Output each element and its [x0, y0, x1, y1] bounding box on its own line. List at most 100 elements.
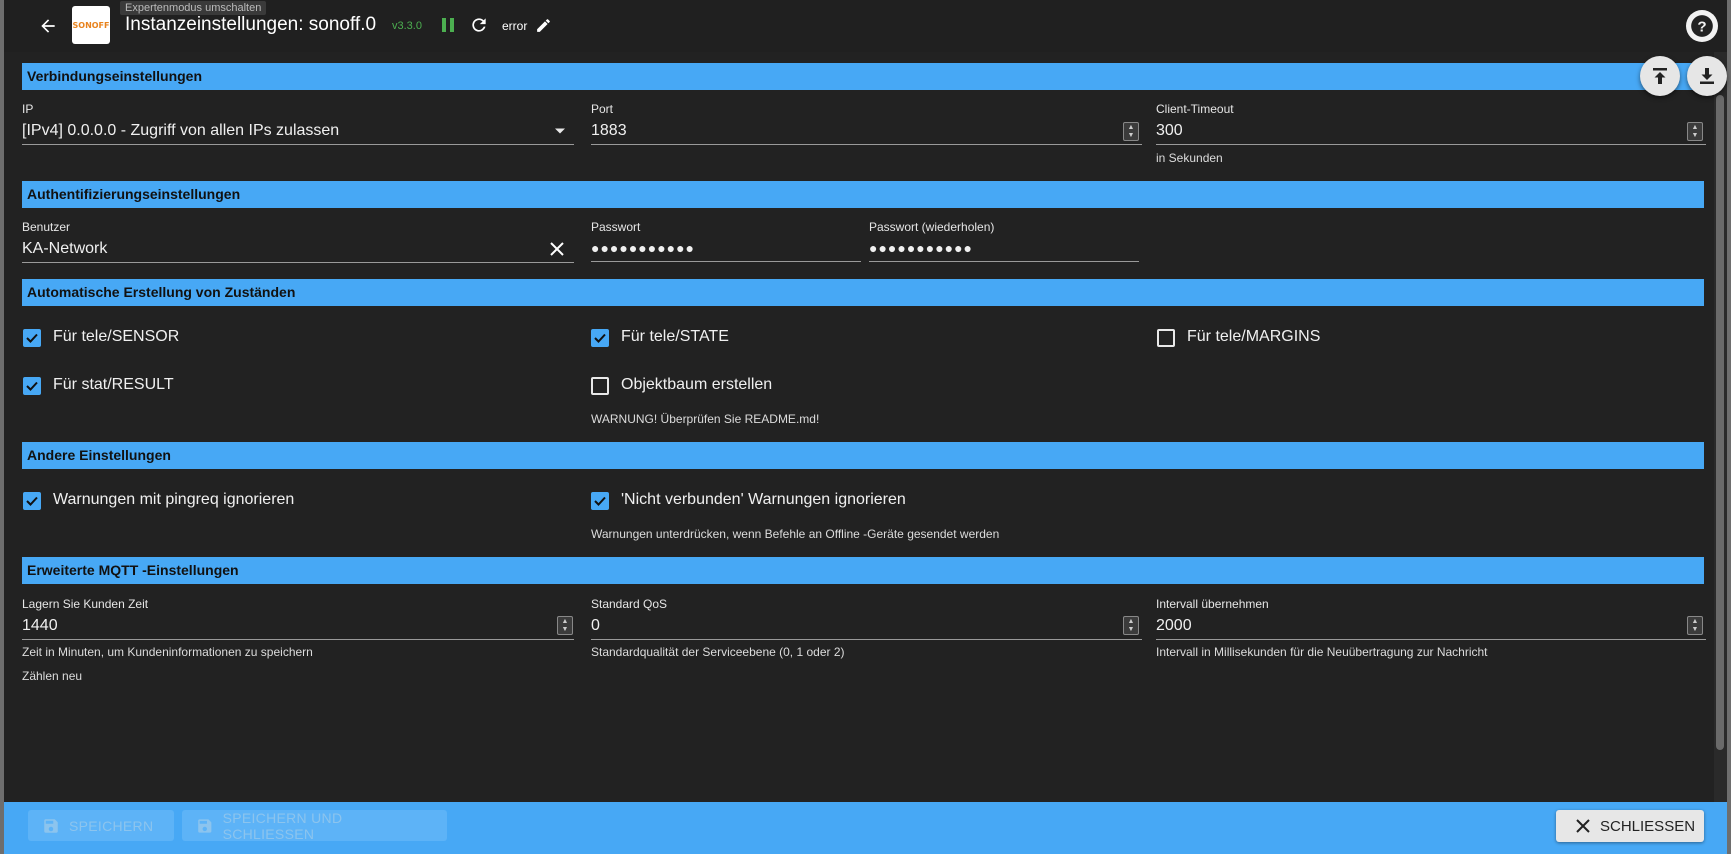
store-time-label: Lagern Sie Kunden Zeit	[22, 597, 149, 611]
store-time-input[interactable]: 1440	[22, 617, 58, 635]
interval-helper: Intervall in Millisekunden für die Neuüb…	[1156, 645, 1488, 659]
section-mqtt: Erweiterte MQTT -Einstellungen	[22, 557, 1704, 584]
checkbox-tele-state[interactable]	[591, 329, 609, 347]
label-object-tree: Objektbaum erstellen	[621, 376, 773, 393]
checkbox-ignore-pingreq[interactable]	[23, 492, 41, 510]
label-tele-margins: Für tele/MARGINS	[1187, 328, 1321, 345]
timeout-input[interactable]: 300	[1156, 122, 1183, 140]
checkmark-icon	[26, 496, 38, 506]
port-underline	[591, 144, 1142, 145]
interval-input[interactable]: 2000	[1156, 617, 1192, 635]
section-auto-create: Automatische Erstellung von Zuständen	[22, 279, 1704, 306]
checkmark-icon	[594, 496, 606, 506]
checkbox-tele-sensor[interactable]	[23, 329, 41, 347]
save-icon	[44, 818, 58, 833]
checkbox-object-tree[interactable]	[591, 377, 609, 395]
label-tele-state: Für tele/STATE	[621, 328, 729, 345]
section-other: Andere Einstellungen	[22, 442, 1704, 469]
ip-underline	[22, 144, 574, 145]
password-underline	[591, 261, 861, 262]
qos-input[interactable]: 0	[591, 617, 600, 635]
user-label: Benutzer	[22, 220, 71, 234]
qos-helper: Standardqualität der Serviceebene (0, 1 …	[591, 645, 845, 659]
timeout-helper: in Sekunden	[1156, 151, 1223, 165]
logo-text: SONOFF	[72, 20, 110, 30]
scrollbar-thumb[interactable]	[1716, 95, 1724, 750]
save-close-label: SPEICHERN UND SCHLIESSEN	[222, 809, 343, 842]
checkmark-icon	[26, 381, 38, 391]
checkbox-ignore-not-connected[interactable]	[591, 492, 609, 510]
interval-underline	[1156, 639, 1706, 640]
help-icon: ?	[1691, 15, 1713, 37]
user-underline	[22, 262, 574, 263]
port-input[interactable]: 1883	[591, 122, 627, 140]
ip-label: IP	[22, 102, 34, 116]
label-stat-result: Für stat/RESULT	[53, 376, 174, 393]
label-tele-sensor: Für tele/SENSOR	[53, 328, 180, 345]
top-bar: SONOFF Expertenmodus umschalten Instanze…	[4, 0, 1727, 52]
download-button[interactable]	[1687, 56, 1727, 96]
close-label: SCHLIESSEN	[1600, 817, 1696, 835]
timeout-stepper[interactable]: ▲ ▼	[1687, 122, 1703, 141]
qos-label: Standard QoS	[591, 597, 668, 611]
svg-text:?: ?	[1697, 18, 1706, 35]
timeout-underline	[1156, 144, 1706, 145]
password-label: Passwort	[591, 220, 641, 234]
recount-label: Zählen neu	[22, 669, 83, 683]
version-label: v3.3.0	[392, 20, 422, 32]
store-time-stepper[interactable]: ▲ ▼	[557, 616, 573, 635]
close-icon	[1576, 819, 1590, 833]
checkbox-stat-result[interactable]	[23, 377, 41, 395]
timeout-label: Client-Timeout	[1156, 102, 1234, 116]
save-icon	[198, 818, 212, 833]
password-repeat-input[interactable]: ●●●●●●●●●●●	[869, 240, 973, 256]
save-label: SPEICHERN	[69, 817, 154, 834]
expert-mode-tooltip: Expertenmodus umschalten	[120, 1, 267, 15]
interval-stepper[interactable]: ▲ ▼	[1687, 616, 1703, 635]
interval-label: Intervall übernehmen	[1156, 597, 1269, 611]
upload-icon	[1653, 68, 1667, 84]
pause-icon	[442, 18, 454, 32]
arrow-left-icon	[41, 19, 55, 33]
password-repeat-underline	[869, 261, 1139, 262]
pencil-icon	[536, 18, 550, 32]
section-auth: Authentifizierungseinstellungen	[22, 181, 1704, 208]
refresh-icon	[472, 18, 486, 32]
chevron-down-icon[interactable]	[554, 127, 566, 135]
not-connected-helper: Warnungen unterdrücken, wenn Befehle an …	[591, 527, 1000, 541]
ip-select[interactable]: [IPv4] 0.0.0.0 - Zugriff von allen IPs z…	[22, 122, 339, 140]
port-label: Port	[591, 102, 614, 116]
clear-icon[interactable]	[550, 242, 564, 256]
pause-button[interactable]	[438, 15, 458, 35]
save-button[interactable]: SPEICHERN	[28, 810, 174, 841]
help-button[interactable]: ?	[1686, 10, 1718, 42]
download-icon	[1700, 68, 1714, 84]
password-repeat-label: Passwort (wiederholen)	[869, 220, 995, 234]
checkbox-tele-margins[interactable]	[1157, 329, 1175, 347]
port-stepper[interactable]: ▲ ▼	[1123, 122, 1139, 141]
instance-name: sonoff.0	[308, 14, 377, 35]
page-title: Instanzeinstellungen: sonoff.0	[125, 14, 376, 36]
label-ignore-not-connected: 'Nicht verbunden' Warnungen ignorieren	[621, 491, 906, 508]
upload-button[interactable]	[1640, 56, 1680, 96]
settings-form: Verbindungseinstellungen IP [IPv4] 0.0.0…	[4, 52, 1714, 802]
status-text: error	[502, 19, 528, 33]
label-ignore-pingreq: Warnungen mit pingreq ignorieren	[53, 491, 295, 508]
password-input[interactable]: ●●●●●●●●●●●	[591, 240, 695, 256]
title-prefix: Instanzeinstellungen:	[125, 14, 304, 35]
back-button[interactable]	[34, 12, 62, 40]
object-tree-warning: WARNUNG! Überprüfen Sie README.md!	[591, 412, 820, 426]
instance-settings-dialog: SONOFF Expertenmodus umschalten Instanze…	[4, 0, 1727, 854]
user-input[interactable]: KA-Network	[22, 240, 107, 258]
qos-underline	[591, 639, 1142, 640]
store-time-helper: Zeit in Minuten, um Kundeninformationen …	[22, 645, 313, 659]
edit-button[interactable]	[532, 14, 554, 36]
store-time-underline	[22, 639, 574, 640]
close-button[interactable]: SCHLIESSEN	[1556, 810, 1704, 842]
restart-button[interactable]	[468, 14, 490, 36]
checkmark-icon	[26, 333, 38, 343]
save-close-button[interactable]: SPEICHERN UND SCHLIESSEN	[182, 809, 447, 842]
adapter-logo: SONOFF	[72, 6, 110, 44]
qos-stepper[interactable]: ▲ ▼	[1123, 616, 1139, 635]
section-connection: Verbindungseinstellungen	[22, 63, 1704, 90]
